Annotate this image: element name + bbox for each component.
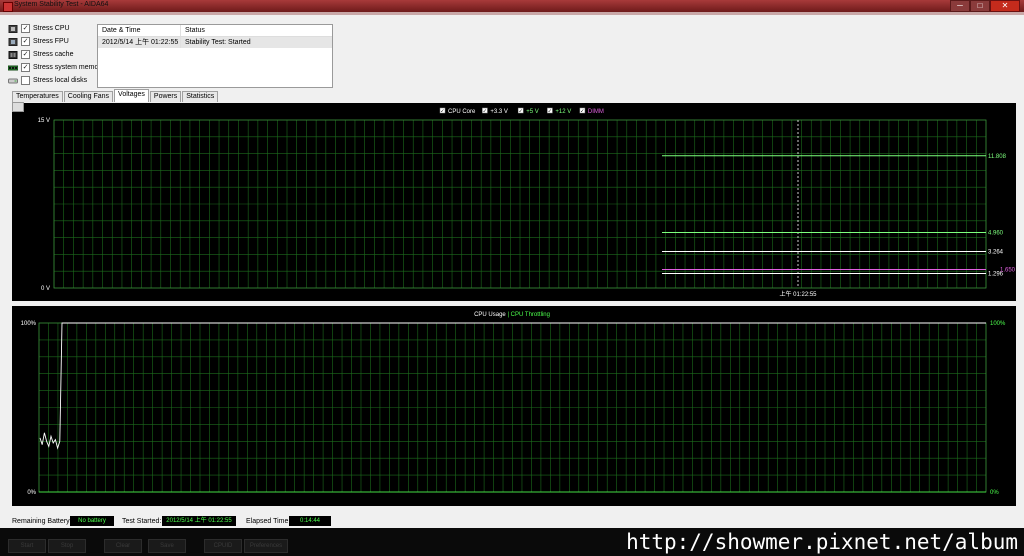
legend-cpu-throttling: CPU Throttling <box>511 312 550 318</box>
y-tick-min-right: 0% <box>990 490 999 496</box>
log-datetime: 2012/5/14 上午 01:22:55 <box>98 37 181 48</box>
stress-memory-row[interactable]: ✓ Stress system memory <box>8 61 104 74</box>
legend-5-v: +5 V <box>526 109 539 115</box>
y-tick-max: 15 V <box>38 118 50 124</box>
chart-legend: CPU Usage | CPU Throttling <box>474 312 550 318</box>
save-button[interactable]: Save <box>148 539 186 553</box>
value-label-5-v: 4.960 <box>988 230 1004 236</box>
y-tick-max-right: 100% <box>990 321 1006 327</box>
elapsed-time-value: 0:14:44 <box>289 516 331 526</box>
stress-disks-checkbox[interactable] <box>21 76 30 85</box>
tab-voltages[interactable]: Voltages <box>114 89 149 102</box>
voltage-chart: 15 V0 V 上午 01:22:55 1.296 3.264 4.960 11.808 1… <box>12 103 1016 301</box>
value-label-3-3-v: 3.264 <box>988 249 1004 255</box>
chart-grid <box>38 322 987 493</box>
battery-label: Remaining Battery: <box>12 518 72 525</box>
stress-disks-row[interactable]: Stress local disks <box>8 74 104 87</box>
cpu-chip-icon <box>8 24 18 33</box>
test-started-value: 2012/5/14 上午 01:22:55 <box>162 516 236 526</box>
legend-3-3-v: +3.3 V <box>490 109 508 115</box>
cpu-usage-chart: 100% 0% 100% 0% CPU Usage | CPU Throttling <box>12 306 1016 506</box>
log-status: Stability Test: Started <box>185 39 251 46</box>
start-button[interactable]: Start <box>8 539 46 553</box>
stress-memory-label: Stress system memory <box>33 64 105 71</box>
window-title: System Stability Test - AIDA64 <box>14 1 109 8</box>
legend-check-3-3-v: ✓ <box>483 109 487 115</box>
status-log: Date & Time Status 2012/5/14 上午 01:22:55… <box>97 24 333 88</box>
fpu-chip-icon <box>8 37 18 46</box>
log-header-datetime[interactable]: Date & Time <box>98 25 181 36</box>
maximize-button[interactable]: □ <box>970 0 990 12</box>
button-bar: Start Stop Clear Save CPUID Preferences … <box>0 528 1024 556</box>
y-tick-min-left: 0% <box>27 490 36 496</box>
value-label-dimm: 1.650 <box>1000 268 1016 274</box>
preferences-button[interactable]: Preferences <box>244 539 288 553</box>
status-bar: Remaining Battery: No battery Test Start… <box>0 512 1024 528</box>
elapsed-time-label: Elapsed Time: <box>246 518 291 525</box>
legend-check-5-v: ✓ <box>519 109 523 115</box>
cpu-usage-chart-svg: 100% 0% 100% 0% CPU Usage | CPU Throttling <box>21 312 1006 496</box>
cpuid-button[interactable]: CPUID <box>204 539 242 553</box>
stop-button[interactable]: Stop <box>48 539 86 553</box>
title-bar: System Stability Test - AIDA64 ─ □ ✕ <box>0 0 1024 12</box>
title-strip <box>0 12 1024 15</box>
stress-disks-label: Stress local disks <box>33 77 88 84</box>
close-button[interactable]: ✕ <box>990 0 1020 12</box>
battery-value: No battery <box>70 516 114 526</box>
stress-cpu-row[interactable]: ✓ Stress CPU <box>8 22 104 35</box>
stress-cpu-label: Stress CPU <box>33 25 70 32</box>
stress-cache-checkbox[interactable]: ✓ <box>21 50 30 59</box>
window-controls: ─ □ ✕ <box>950 0 1020 12</box>
tab-statistics[interactable]: Statistics <box>182 91 219 102</box>
voltage-chart-svg: 15 V0 V上午 01:22:551.2963.2644.96011.8081… <box>38 107 1016 298</box>
chart-grid <box>53 119 987 289</box>
app-icon <box>3 2 13 12</box>
stress-options: ✓ Stress CPU ✓ Stress FPU ✓ Stress cache… <box>8 22 104 87</box>
log-header-status[interactable]: Status <box>181 25 332 36</box>
cache-icon <box>8 50 18 59</box>
log-row[interactable]: 2012/5/14 上午 01:22:55 Stability Test: St… <box>98 37 332 48</box>
chart-scroll-handle[interactable] <box>12 102 24 112</box>
tab-bar: Temperatures Cooling Fans Voltages Power… <box>12 89 219 102</box>
legend-check-dimm: ✓ <box>580 109 584 115</box>
stress-cache-row[interactable]: ✓ Stress cache <box>8 48 104 61</box>
y-tick-min: 0 V <box>41 286 50 292</box>
legend-check-cpu-core: ✓ <box>440 109 444 115</box>
stress-cpu-checkbox[interactable]: ✓ <box>21 24 30 33</box>
tab-powers[interactable]: Powers <box>149 91 182 102</box>
hard-disk-icon <box>8 78 18 83</box>
legend-check-12-v: ✓ <box>548 109 552 115</box>
value-label-12-v: 11.808 <box>988 154 1007 160</box>
memory-module-icon <box>8 65 18 70</box>
log-header: Date & Time Status <box>98 25 332 37</box>
clear-button[interactable]: Clear <box>104 539 142 553</box>
stress-cache-label: Stress cache <box>33 51 74 58</box>
stress-fpu-row[interactable]: ✓ Stress FPU <box>8 35 104 48</box>
stress-memory-checkbox[interactable]: ✓ <box>21 63 30 72</box>
legend-cpu-core: CPU Core <box>448 109 476 115</box>
legend-dimm: DIMM <box>588 109 604 115</box>
y-tick-max-left: 100% <box>21 321 37 327</box>
watermark-url: http://showmer.pixnet.net/album <box>626 530 1018 554</box>
legend-cpu-usage: CPU Usage <box>474 312 507 318</box>
x-marker-label: 上午 01:22:55 <box>779 290 817 298</box>
legend-12-v: +12 V <box>555 109 571 115</box>
test-started-label: Test Started: <box>122 518 162 525</box>
tab-temperatures[interactable]: Temperatures <box>12 91 63 102</box>
tab-cooling-fans[interactable]: Cooling Fans <box>63 91 114 102</box>
stress-fpu-checkbox[interactable]: ✓ <box>21 37 30 46</box>
stress-fpu-label: Stress FPU <box>33 38 69 45</box>
minimize-button[interactable]: ─ <box>950 0 970 12</box>
